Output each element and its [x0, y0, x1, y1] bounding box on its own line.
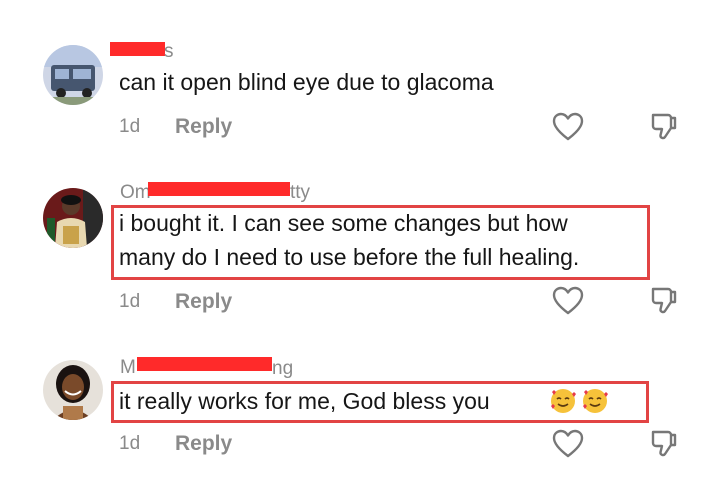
comment-time: 1d — [119, 433, 141, 454]
heart-icon[interactable] — [552, 286, 584, 316]
heart-icon[interactable] — [552, 112, 584, 142]
username-end[interactable]: tty — [290, 182, 310, 204]
redacted-username — [148, 182, 290, 196]
avatar-photo — [43, 360, 103, 420]
comment-time: 1d — [119, 116, 141, 137]
thumbs-down-icon[interactable] — [648, 284, 680, 316]
username[interactable]: s — [164, 41, 174, 63]
redacted-username — [110, 42, 165, 56]
comment-2: Om tty i bought it. I can see some chang… — [0, 160, 720, 325]
comment-text-line-1: i bought it. I can see some changes but … — [119, 210, 568, 236]
redacted-username — [137, 357, 272, 371]
username-end[interactable]: ng — [272, 358, 293, 380]
comment-text-line-2: many do I need to use before the full he… — [119, 244, 580, 270]
comment-3: M ng it really works for me, God bless y… — [0, 325, 720, 482]
comment-time: 1d — [119, 291, 141, 312]
avatar-photo — [43, 45, 103, 105]
comment-text: can it open blind eye due to glacoma — [119, 69, 494, 95]
avatar-photo — [43, 188, 103, 248]
username-start[interactable]: Om — [120, 182, 151, 204]
smiling-face-with-hearts-emoji — [583, 389, 608, 413]
thumbs-down-icon[interactable] — [648, 427, 680, 459]
reply-button[interactable]: Reply — [175, 115, 232, 139]
reply-button[interactable]: Reply — [175, 432, 232, 456]
username-start[interactable]: M — [120, 357, 136, 379]
thumbs-down-icon[interactable] — [648, 110, 680, 142]
smiling-face-with-hearts-emoji — [551, 389, 576, 413]
avatar[interactable] — [43, 188, 103, 248]
comment-1: s can it open blind eye due to glacoma 1… — [0, 0, 720, 160]
avatar[interactable] — [43, 360, 103, 420]
avatar[interactable] — [43, 45, 103, 105]
comment-text: it really works for me, God bless you — [119, 388, 490, 414]
reply-button[interactable]: Reply — [175, 290, 232, 314]
heart-icon[interactable] — [552, 429, 584, 459]
